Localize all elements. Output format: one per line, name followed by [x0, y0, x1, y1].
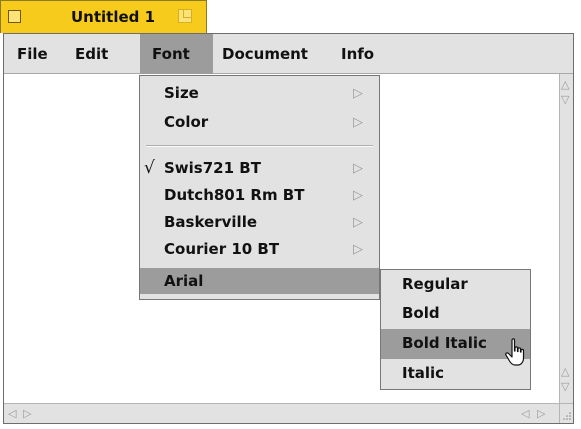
submenu-item-regular[interactable]: Regular	[381, 270, 530, 300]
vertical-scrollbar[interactable]: △ ▽ △ ▽	[559, 74, 573, 403]
scroll-left-icon[interactable]: ◁	[8, 408, 16, 420]
menu-item-baskerville[interactable]: Baskerville ▷	[140, 209, 379, 235]
submenu-arrow-icon: ▷	[353, 242, 363, 257]
hand-pointer-icon	[505, 338, 525, 366]
menu-info[interactable]: Info	[341, 45, 374, 63]
submenu-arrow-icon: ▷	[353, 86, 363, 101]
font-menu: Size ▷ Color ▷ √ Swis721 BT ▷ Dutch801 R…	[139, 75, 380, 300]
menu-item-label: Size	[164, 84, 199, 102]
menu-item-label: Baskerville	[164, 213, 258, 231]
menu-item-courier10[interactable]: Courier 10 BT ▷	[140, 236, 379, 262]
scroll-down-icon[interactable]: ▽	[561, 381, 569, 393]
submenu-arrow-icon: ▷	[353, 215, 363, 230]
resize-grip-icon[interactable]	[559, 403, 573, 423]
submenu-item-label: Regular	[402, 275, 468, 293]
submenu-arrow-icon: ▷	[353, 115, 363, 130]
submenu-arrow-icon: ▷	[353, 161, 363, 176]
menu-item-label: Courier 10 BT	[164, 240, 280, 258]
scroll-up-icon[interactable]: △	[561, 79, 569, 91]
submenu-item-label: Bold	[402, 304, 440, 322]
close-box-icon[interactable]	[8, 10, 21, 23]
zoom-box-icon[interactable]	[178, 9, 192, 23]
menu-item-size[interactable]: Size ▷	[140, 80, 379, 106]
menu-document[interactable]: Document	[222, 45, 308, 63]
font-style-submenu: Regular Bold Bold Italic Italic	[380, 269, 531, 390]
menu-item-label: Swis721 BT	[164, 159, 261, 177]
scroll-left-icon[interactable]: ◁	[521, 408, 529, 420]
submenu-item-bold[interactable]: Bold	[381, 299, 530, 329]
menu-item-color[interactable]: Color ▷	[140, 109, 379, 135]
submenu-arrow-icon: ▷	[353, 188, 363, 203]
window-tab[interactable]: Untitled 1	[0, 0, 207, 33]
submenu-item-label: Bold Italic	[402, 334, 487, 352]
menu-item-swis721[interactable]: √ Swis721 BT ▷	[140, 155, 379, 181]
menu-edit[interactable]: Edit	[75, 45, 108, 63]
scroll-right-icon[interactable]: ▷	[23, 408, 31, 420]
scroll-down-icon[interactable]: ▽	[561, 94, 569, 106]
menu-item-arial[interactable]: Arial ▷	[140, 268, 379, 294]
menu-item-label: Dutch801 Rm BT	[164, 186, 305, 204]
menu-file[interactable]: File	[17, 45, 48, 63]
menu-item-dutch801[interactable]: Dutch801 Rm BT ▷	[140, 182, 379, 208]
menu-item-label: Arial	[164, 272, 204, 290]
menu-bar: File Edit Font Document Info	[4, 34, 573, 74]
menu-separator	[146, 145, 373, 147]
menu-font[interactable]: Font	[152, 45, 190, 63]
scroll-up-icon[interactable]: △	[561, 366, 569, 378]
horizontal-scrollbar[interactable]: ◁ ▷ ◁ ▷	[4, 403, 559, 423]
scroll-right-icon[interactable]: ▷	[537, 408, 545, 420]
submenu-arrow-icon: ▷	[353, 274, 363, 289]
checkmark-icon: √	[144, 158, 155, 178]
menu-item-label: Color	[164, 113, 209, 131]
submenu-item-label: Italic	[402, 364, 445, 382]
window-title: Untitled 1	[71, 8, 156, 26]
